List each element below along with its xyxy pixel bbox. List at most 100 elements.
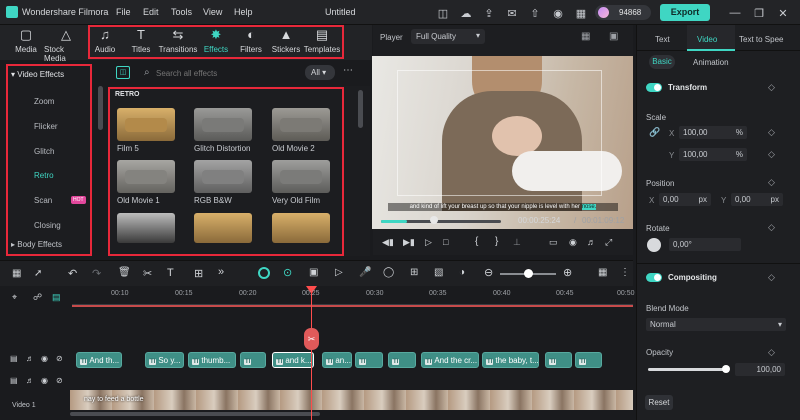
opacity-handle[interactable] bbox=[722, 365, 730, 373]
category-closing[interactable]: Closing bbox=[34, 221, 61, 230]
scale-x-input[interactable]: 100,00% bbox=[679, 126, 747, 139]
filter-dropdown[interactable]: All ▾ bbox=[305, 65, 335, 80]
keyframe-icon[interactable]: ◇ bbox=[768, 222, 775, 233]
title-clip[interactable]: TI bbox=[355, 352, 383, 368]
more-icon[interactable]: ⋯ bbox=[343, 65, 353, 76]
mic-icon[interactable]: 🎤 bbox=[359, 267, 371, 278]
category-body-effects[interactable]: ▸ Body Effects bbox=[11, 240, 62, 249]
effect-thumb-glitch-distortion[interactable] bbox=[194, 108, 252, 141]
more-tools-icon[interactable]: » bbox=[218, 266, 224, 278]
title-clip-selected[interactable]: TI and k... bbox=[272, 352, 314, 368]
undo-icon[interactable]: ↶ bbox=[68, 267, 77, 280]
timeline-more-icon[interactable]: ⋮ bbox=[620, 267, 630, 278]
effect-thumb-very-old-film[interactable] bbox=[272, 160, 330, 193]
keyframe-icon[interactable]: ◇ bbox=[768, 272, 775, 283]
category-header[interactable]: ▾ Video Effects bbox=[11, 70, 64, 79]
video-preview[interactable]: and kind of lift your breast up so that … bbox=[372, 56, 633, 229]
tab-transitions[interactable]: ⇆ Transitions bbox=[158, 27, 198, 59]
tab-media[interactable]: ▢ Media bbox=[6, 27, 46, 59]
split-scissors-icon[interactable]: ✂ bbox=[304, 328, 319, 350]
speaker-icon[interactable]: ♬ bbox=[26, 354, 34, 363]
lock-icon[interactable]: ⊘ bbox=[56, 354, 63, 363]
title-clip[interactable]: TI the baby, t... bbox=[482, 352, 539, 368]
effect-thumb[interactable] bbox=[272, 213, 330, 243]
transform-toggle[interactable] bbox=[646, 83, 662, 92]
play-pause-icon[interactable]: ▶▮ bbox=[403, 237, 415, 248]
tab-text-to-speech[interactable]: Text to Spee bbox=[739, 35, 783, 44]
mark-in-icon[interactable]: { bbox=[475, 236, 478, 247]
text-tool-icon[interactable]: T bbox=[167, 267, 174, 279]
tab-filters[interactable]: ◐ Filters bbox=[234, 27, 268, 59]
grid-view-icon[interactable]: ▦ bbox=[598, 267, 607, 278]
tab-video[interactable]: Video bbox=[687, 25, 735, 51]
zoom-out-icon[interactable]: ⊖ bbox=[484, 266, 493, 279]
tab-titles[interactable]: T Titles bbox=[121, 27, 161, 59]
timeline-scrollbar[interactable] bbox=[70, 412, 320, 416]
category-retro[interactable]: Retro bbox=[34, 171, 54, 180]
auto-beat-icon[interactable]: ▧ bbox=[434, 267, 443, 278]
title-clip[interactable]: TI And th... bbox=[76, 352, 122, 368]
opacity-slider[interactable] bbox=[648, 368, 725, 371]
title-clip[interactable]: TI And the cr... bbox=[421, 352, 479, 368]
gift-icon[interactable]: ◫ bbox=[436, 6, 450, 20]
split-marker-icon[interactable]: ⊥ bbox=[513, 237, 521, 248]
lock-icon[interactable]: ⊘ bbox=[56, 376, 63, 385]
eye-icon[interactable]: ◉ bbox=[41, 376, 48, 385]
position-x-input[interactable]: 0,00 px bbox=[659, 193, 711, 206]
eye-icon[interactable]: ◉ bbox=[41, 354, 48, 363]
redo-icon[interactable]: ↷ bbox=[92, 267, 101, 280]
blend-mode-dropdown[interactable]: Normal ▾ bbox=[646, 318, 786, 331]
keyframe-icon[interactable]: ◇ bbox=[768, 127, 775, 138]
crop-icon[interactable]: ⊞ bbox=[194, 267, 203, 280]
category-scan[interactable]: Scan bbox=[34, 196, 52, 205]
notification-icon[interactable]: ✉ bbox=[505, 6, 519, 20]
rotate-input[interactable]: 0,00° bbox=[669, 238, 741, 251]
favorites-icon[interactable]: ◫ bbox=[116, 66, 130, 79]
mix-icon[interactable]: ⊞ bbox=[410, 267, 418, 278]
delete-icon[interactable]: 🗑 bbox=[118, 267, 131, 278]
play-icon[interactable]: ▷ bbox=[425, 237, 432, 248]
subtab-animation[interactable]: Animation bbox=[693, 58, 729, 67]
zoom-handle[interactable] bbox=[524, 269, 533, 278]
link-track-icon[interactable]: ☍ bbox=[33, 292, 42, 303]
speaker-icon[interactable]: ♬ bbox=[26, 376, 34, 385]
menu-view[interactable]: View bbox=[203, 7, 222, 17]
export-button[interactable]: Export bbox=[660, 4, 710, 21]
shield-icon[interactable]: ◯ bbox=[383, 267, 394, 278]
rotate-dial[interactable] bbox=[647, 238, 661, 252]
image-icon[interactable]: ▣ bbox=[609, 31, 618, 42]
grid-scrollbar[interactable] bbox=[358, 90, 363, 128]
credits-badge[interactable]: 94868 bbox=[595, 5, 651, 20]
upload-icon[interactable]: ⇧ bbox=[528, 6, 542, 20]
video-clip[interactable] bbox=[70, 390, 633, 410]
link-icon[interactable]: 🔗 bbox=[649, 127, 660, 138]
volume-icon[interactable]: ♬ bbox=[587, 237, 596, 247]
tab-effects[interactable]: ✸ Effects bbox=[199, 27, 233, 59]
effect-thumb-old-movie-1[interactable] bbox=[117, 160, 175, 193]
menu-help[interactable]: Help bbox=[234, 7, 253, 17]
support-icon[interactable]: ◉ bbox=[551, 6, 565, 20]
opacity-input[interactable]: 100,00 bbox=[735, 363, 785, 376]
select-tool-icon[interactable]: ➚ bbox=[34, 268, 42, 279]
keyframe-icon[interactable]: ◇ bbox=[768, 82, 775, 93]
menu-file[interactable]: File bbox=[116, 7, 131, 17]
layout-icon[interactable]: ▦ bbox=[12, 268, 21, 279]
prev-frame-icon[interactable]: ◀▮ bbox=[382, 237, 394, 248]
effect-thumb-old-movie-2[interactable] bbox=[272, 108, 330, 141]
track-manager-icon[interactable]: ▤ bbox=[52, 292, 61, 303]
tab-audio[interactable]: ♫ Audio bbox=[90, 27, 120, 59]
close-icon[interactable]: ✕ bbox=[776, 6, 790, 20]
effect-thumb-rgb-bw[interactable] bbox=[194, 160, 252, 193]
fullscreen-icon[interactable]: ⤢ bbox=[605, 237, 612, 248]
scale-y-input[interactable]: 100,00% bbox=[679, 148, 747, 161]
progress-track[interactable] bbox=[381, 220, 501, 223]
snapshot-grid-icon[interactable]: ▦ bbox=[581, 31, 590, 42]
position-y-input[interactable]: 0,00 px bbox=[731, 193, 783, 206]
effect-thumb-film5[interactable] bbox=[117, 108, 175, 141]
progress-handle[interactable] bbox=[429, 216, 438, 224]
snap-icon[interactable]: ⊙ bbox=[283, 266, 292, 279]
tab-stock-media[interactable]: △ Stock Media bbox=[44, 27, 88, 63]
keyframe-icon[interactable]: ◇ bbox=[768, 347, 775, 358]
maximize-icon[interactable]: ❐ bbox=[752, 6, 766, 20]
tab-templates[interactable]: ▤ Templates bbox=[303, 27, 341, 59]
